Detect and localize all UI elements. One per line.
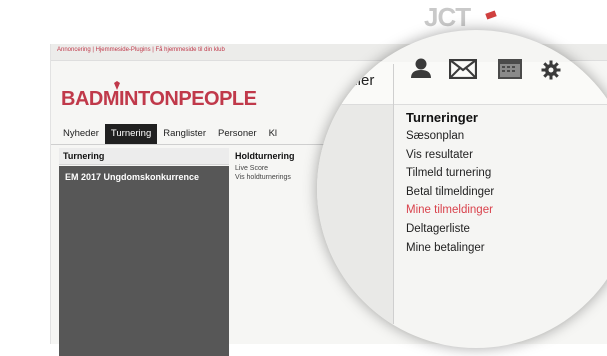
tournament-panel: Turnering EM 2017 Ungdomskonkurrence bbox=[59, 148, 229, 356]
tournament-panel-header: Turnering bbox=[59, 148, 229, 165]
lens-divider bbox=[393, 64, 394, 324]
nav-item-personer[interactable]: Personer bbox=[212, 124, 263, 144]
menu-item-deltagerliste[interactable]: Deltagerliste bbox=[406, 220, 494, 239]
arrow-mark-icon bbox=[485, 10, 497, 20]
menu-item-betal-tilmeldinger[interactable]: Betal tilmeldinger bbox=[406, 183, 494, 202]
mail-icon[interactable] bbox=[449, 59, 477, 79]
magnifier-lens: duler Turneringer Sæsonplan Vis resultat… bbox=[317, 30, 607, 348]
nav-item-ranglister[interactable]: Ranglister bbox=[157, 124, 212, 144]
modules-label[interactable]: duler bbox=[341, 72, 374, 89]
menu-item-vis-resultater[interactable]: Vis resultater bbox=[406, 146, 494, 165]
site-logo[interactable]: BADMINTONPEOPLE bbox=[61, 81, 257, 111]
partial-logo: JCT bbox=[424, 2, 471, 32]
shuttlecock-icon bbox=[114, 81, 120, 90]
top-links[interactable]: Annoncering | Hjemmeside-Plugins | Få hj… bbox=[57, 47, 225, 53]
tournament-panel-body: EM 2017 Ungdomskonkurrence bbox=[59, 166, 229, 356]
gear-icon[interactable] bbox=[541, 60, 561, 80]
menu-item-mine-betalinger[interactable]: Mine betalinger bbox=[406, 239, 494, 258]
lens-left-area bbox=[317, 105, 393, 348]
nav-item-nyheder[interactable]: Nyheder bbox=[57, 124, 105, 144]
calendar-icon[interactable] bbox=[497, 58, 523, 80]
menu-item-tilmeld-turnering[interactable]: Tilmeld turnering bbox=[406, 164, 494, 183]
menu-item-mine-tilmeldinger[interactable]: Mine tilmeldinger bbox=[406, 201, 494, 220]
nav-item-klubber[interactable]: Kl bbox=[263, 124, 283, 144]
menu-item-saesonplan[interactable]: Sæsonplan bbox=[406, 127, 494, 146]
menu-title: Turneringer bbox=[406, 110, 478, 125]
user-icon[interactable] bbox=[409, 57, 433, 79]
logo-text-badminton: BADMINTON bbox=[61, 88, 179, 110]
logo-text-people: PEOPLE bbox=[178, 88, 257, 110]
tournament-title[interactable]: EM 2017 Ungdomskonkurrence bbox=[65, 172, 225, 183]
nav-item-turnering[interactable]: Turnering bbox=[104, 124, 158, 144]
tournaments-dropdown-menu: Turneringer Sæsonplan Vis resultater Til… bbox=[406, 108, 494, 257]
main-nav: Nyheder Turnering Ranglister Personer Kl bbox=[57, 124, 283, 144]
